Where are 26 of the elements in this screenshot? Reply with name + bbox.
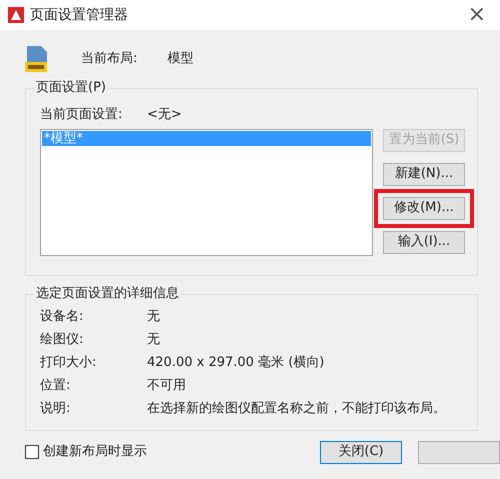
detail-label: 说明: xyxy=(40,400,72,418)
action-button[interactable]: 新建(N)... xyxy=(383,162,465,186)
detail-label: 位置: xyxy=(40,376,72,394)
action-button[interactable]: 输入(I)... xyxy=(383,230,465,254)
detail-value: 不可用 xyxy=(147,376,186,394)
detail-value: 无 xyxy=(147,330,160,348)
layout-label: 当前布局: xyxy=(81,50,138,68)
current-setup-label: 当前页面设置: xyxy=(40,106,124,124)
dwg-file-icon xyxy=(25,46,47,72)
app-icon xyxy=(8,7,24,23)
detail-label: 设备名: xyxy=(40,308,84,326)
group-title: 页面设置(P) xyxy=(34,80,108,96)
close-button[interactable]: 关闭(C) xyxy=(320,440,402,464)
group-title: 选定页面设置的详细信息 xyxy=(34,286,181,302)
detail-label: 绘图仪: xyxy=(40,330,84,348)
current-setup-value: <无> xyxy=(147,106,182,124)
detail-value: 在选择新的绘图仪配置名称之前，不能打印该布局。 xyxy=(147,400,446,418)
window-title: 页面设置管理器 xyxy=(30,6,128,24)
checkbox[interactable] xyxy=(25,445,39,459)
detail-value: 无 xyxy=(147,308,160,326)
action-button[interactable]: 修改(M)... xyxy=(383,196,465,220)
checkbox-label: 创建新布局时显示 xyxy=(43,443,147,462)
detail-label: 打印大小: xyxy=(40,354,98,372)
layout-value: 模型 xyxy=(167,50,194,68)
detail-value: 420.00 x 297.00 毫米 (横向) xyxy=(147,354,324,372)
close-button[interactable]: × xyxy=(462,4,492,26)
